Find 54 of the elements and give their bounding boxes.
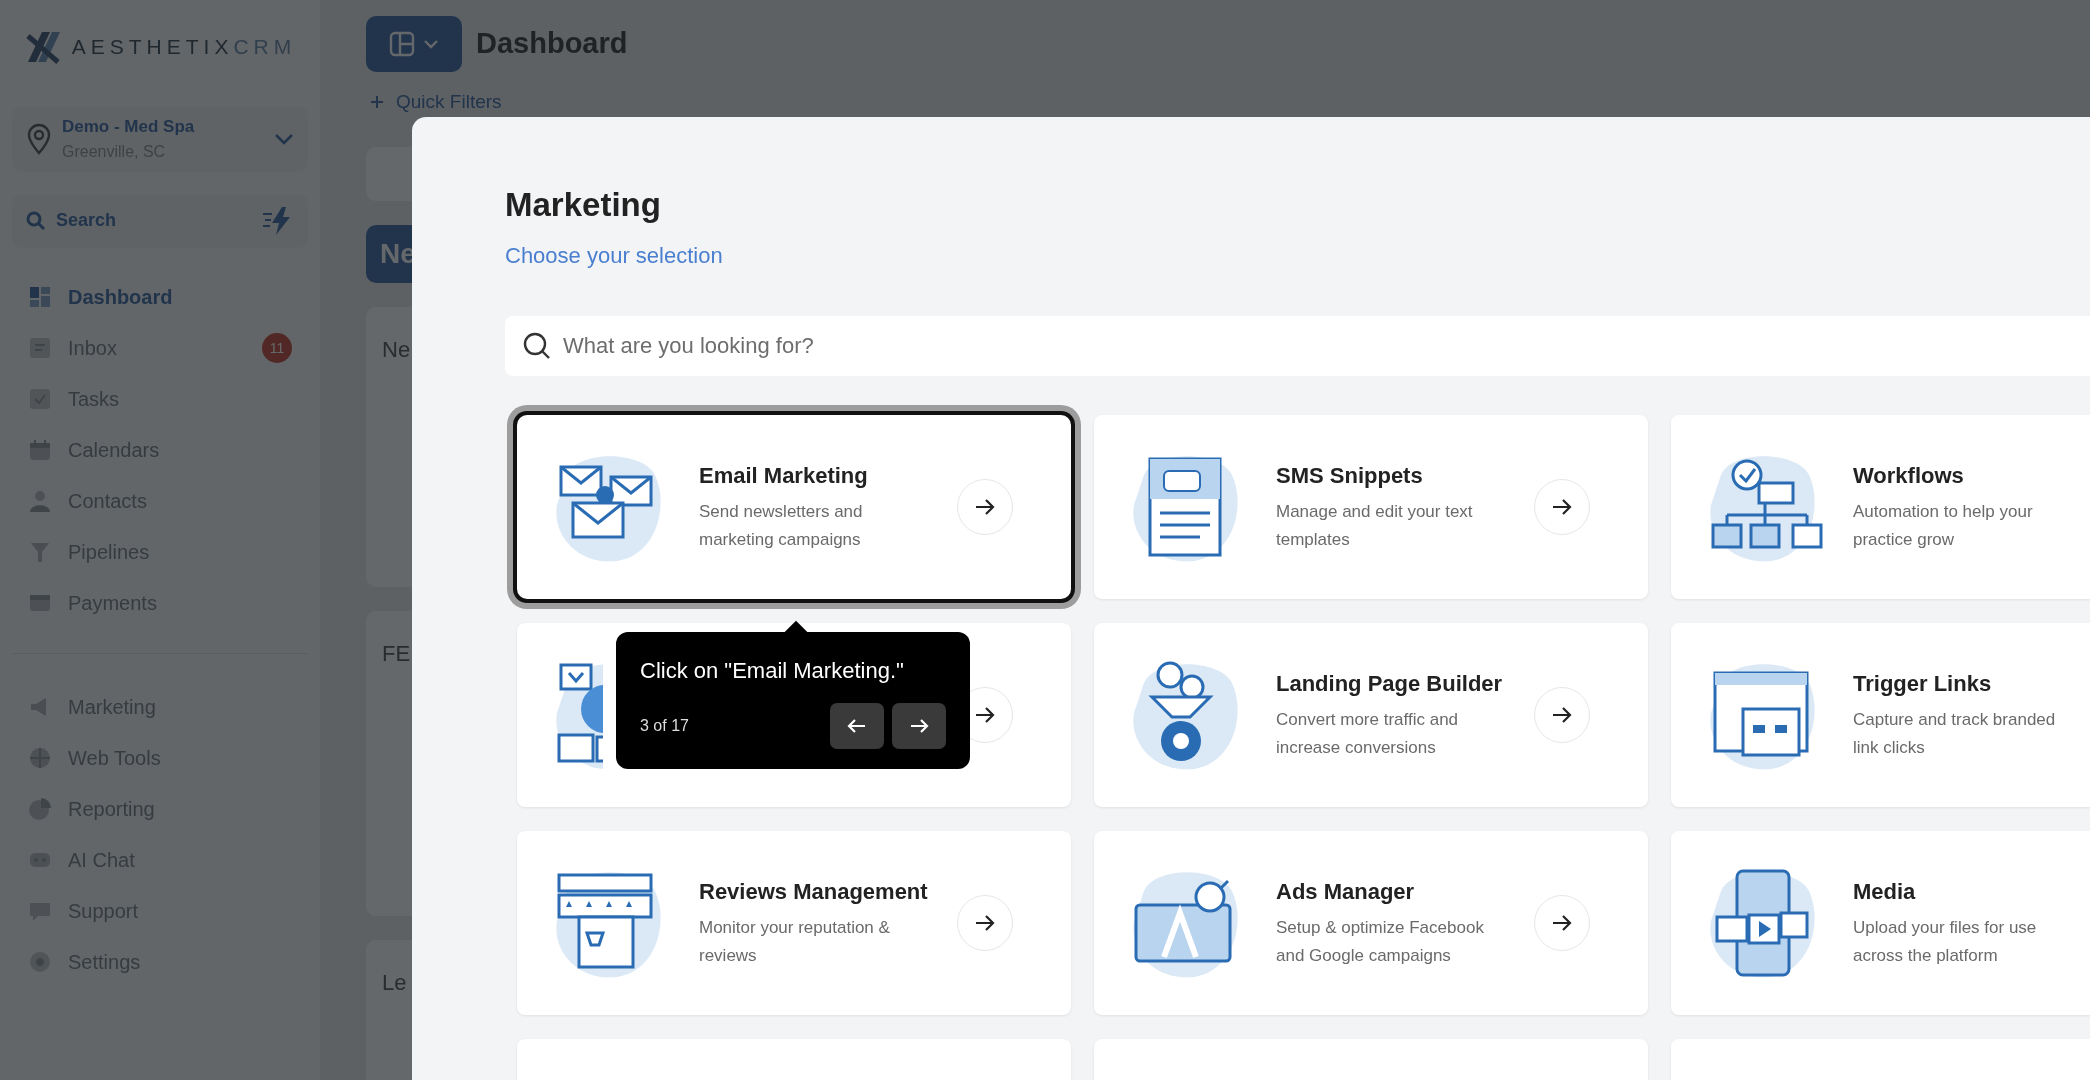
tooltip-text: Click on "Email Marketing." xyxy=(640,656,905,685)
card-title: Ne xyxy=(382,336,411,362)
arrow-right-icon xyxy=(974,913,996,932)
plus-icon xyxy=(370,95,384,110)
card-description: Send newsletters and marketing campaigns xyxy=(699,501,864,552)
chevron-down-icon xyxy=(423,39,439,49)
page-title: Dashboard xyxy=(476,26,628,62)
dialog-title: Marketing xyxy=(505,185,662,225)
map-pin-icon xyxy=(26,122,52,155)
arrow-right-icon xyxy=(974,705,996,724)
arrow-right-icon xyxy=(1551,497,1573,516)
card-title: SMS Snippets xyxy=(1276,462,1424,491)
quick-filters-link[interactable]: Quick Filters xyxy=(370,88,2044,117)
next-button[interactable] xyxy=(892,702,946,749)
sidebar-item[interactable]: Dashboard xyxy=(12,271,308,323)
card-description: Upload your files for use across the platform xyxy=(1853,917,2038,968)
feature-card[interactable]: Media Upload your files for use across the platform xyxy=(1671,830,2090,1015)
layout-icon xyxy=(389,31,415,57)
globe-icon xyxy=(28,746,52,770)
card-description: Capture and track branded link clicks xyxy=(1853,709,2057,760)
card-title: Le xyxy=(382,969,407,995)
feature-card[interactable]: Trigger Links Capture and track branded link clicks xyxy=(1671,622,2090,807)
feature-card[interactable]: Workflows Automation to help your practice grow xyxy=(1671,414,2090,599)
card-description: Setup & optimize Facebook and Google campaigns xyxy=(1276,917,1485,968)
search-icon xyxy=(26,210,46,231)
card-title: Media xyxy=(1853,878,1917,907)
arrow-right-icon xyxy=(1551,913,1573,932)
arrow-right-icon xyxy=(1551,705,1573,724)
count-badge: 11 xyxy=(262,333,292,363)
step-counter: 3 of 17 xyxy=(640,715,690,736)
dialog-subtitle: Choose your selection xyxy=(505,241,724,270)
card-description: Convert more traffic and increase conversions xyxy=(1276,709,1460,760)
funnel-icon xyxy=(28,540,52,564)
location-name: Demo - Med Spa xyxy=(62,116,196,138)
feature-card[interactable]: Ads Manager Setup & optimize Facebook and Google campaigns xyxy=(1094,830,1648,1015)
arrow-right-icon xyxy=(909,717,929,734)
card-description: Automation to help your practice grow xyxy=(1853,501,2034,552)
feature-card[interactable]: Landing Page Builder Convert more traffic and increase conversions xyxy=(1094,622,1648,807)
card-title: Trigger Links xyxy=(1853,670,1993,699)
feature-card[interactable]: Reviews Management Monitor your reputation & reviews xyxy=(517,830,1071,1015)
search-field[interactable]: What are you looking for? xyxy=(505,315,2090,376)
arrow-left-icon xyxy=(847,717,867,734)
card-title: FE xyxy=(382,640,411,666)
card-title: Email Marketing xyxy=(699,462,869,491)
arrow-right-icon xyxy=(974,497,996,516)
card-title: Ads Manager xyxy=(1276,878,1416,907)
card-description: Monitor your reputation & reviews xyxy=(699,917,891,968)
feature-card[interactable]: SMS Snippets Manage and edit your text templates xyxy=(1094,414,1648,599)
chevron-down-icon xyxy=(274,132,294,145)
card-title: Workflows xyxy=(1853,462,1965,491)
card-description: Manage and edit your text templates xyxy=(1276,501,1474,552)
previous-button[interactable] xyxy=(830,702,884,749)
card-title: Reviews Management xyxy=(699,878,928,907)
card-title: Landing Page Builder xyxy=(1276,670,1503,699)
